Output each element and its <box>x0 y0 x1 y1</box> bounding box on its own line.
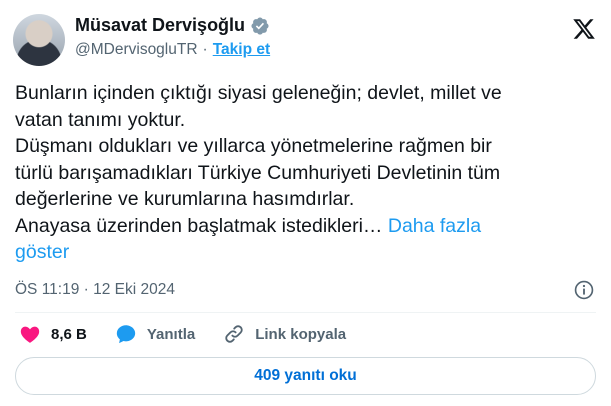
copy-link-label: Link kopyala <box>255 325 347 343</box>
info-icon[interactable] <box>573 279 595 301</box>
like-button[interactable]: 8,6 B <box>19 323 87 345</box>
x-logo-icon[interactable] <box>571 17 597 41</box>
tweet-card: Müsavat Dervişoğlu @MDervisogluTR · Taki… <box>0 0 611 406</box>
reply-bubble-icon <box>116 325 136 344</box>
verified-badge-icon <box>250 16 270 36</box>
author-handle[interactable]: @MDervisogluTR <box>75 41 198 59</box>
copy-link-button[interactable]: Link kopyala <box>223 323 346 345</box>
tweet-meta-row: ÖS 11:19 · 12 Eki 2024 <box>15 278 595 302</box>
tweet-actions: 8,6 B Yanıtla Link kopyala <box>19 322 374 346</box>
separator-dot: · <box>202 41 208 58</box>
tweet-timestamp[interactable]: ÖS 11:19 · 12 Eki 2024 <box>15 281 175 299</box>
reply-label: Yanıtla <box>146 325 196 343</box>
read-replies-button[interactable]: 409 yanıtı oku <box>15 357 596 395</box>
divider <box>15 312 596 313</box>
author-name[interactable]: Müsavat Dervişoğlu <box>75 15 245 36</box>
author-avatar[interactable] <box>13 14 65 66</box>
tweet-header: Müsavat Dervişoğlu @MDervisogluTR · Taki… <box>13 12 597 68</box>
author-handle-row: @MDervisogluTR · Takip et <box>75 41 270 59</box>
follow-link[interactable]: Takip et <box>213 41 270 59</box>
tweet-body: Bunların içinden çıktığı siyasi geleneği… <box>15 82 502 237</box>
author-name-row: Müsavat Dervişoğlu <box>75 15 270 36</box>
like-count: 8,6 B <box>51 325 87 343</box>
heart-icon <box>20 326 40 343</box>
read-replies-label: 409 yanıtı oku <box>254 367 357 384</box>
link-icon <box>225 325 243 343</box>
tweet-text: Bunların içinden çıktığı siyasi geleneği… <box>15 80 595 266</box>
reply-button[interactable]: Yanıtla <box>115 323 195 345</box>
